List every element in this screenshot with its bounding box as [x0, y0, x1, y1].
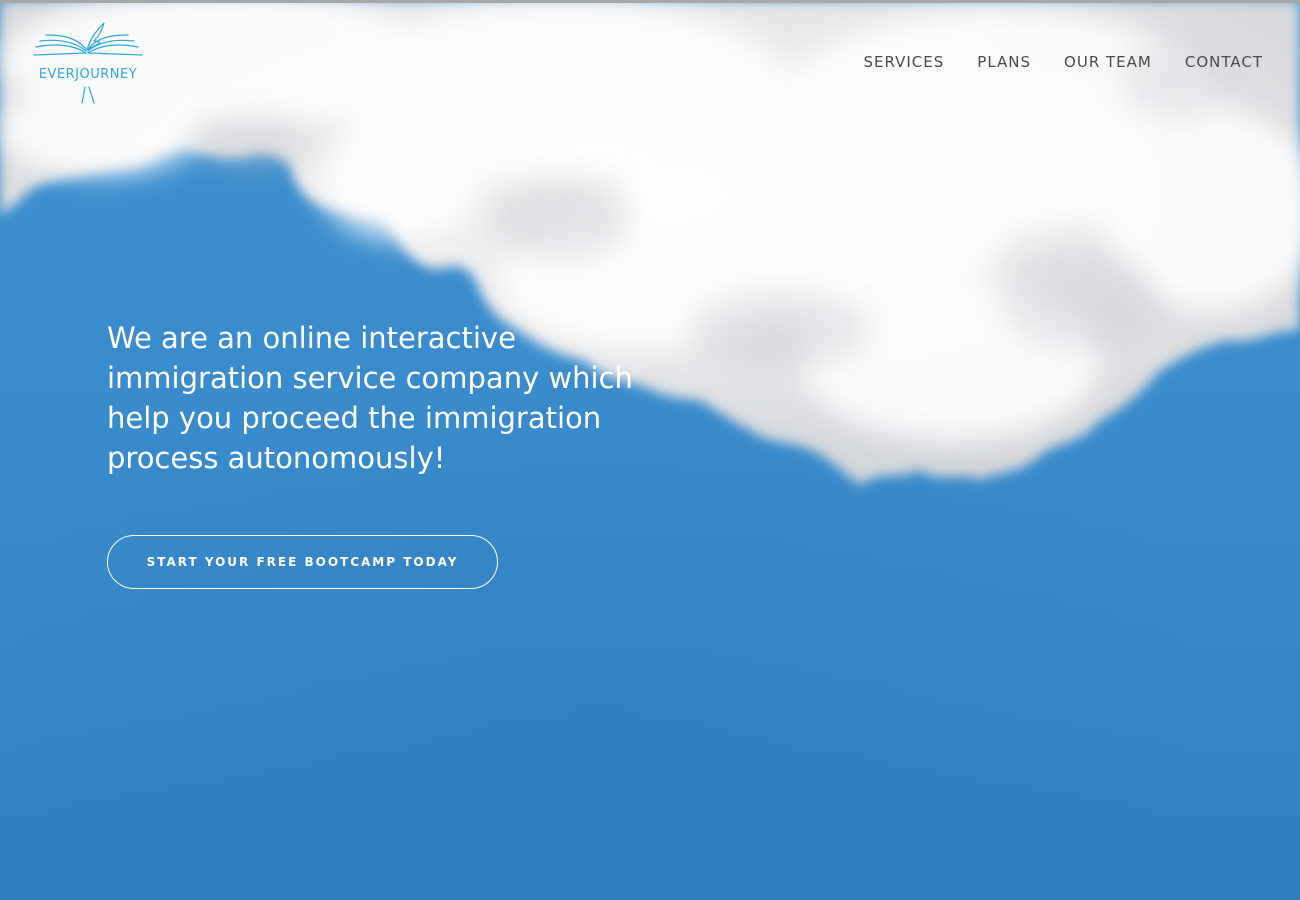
nav-item-plans[interactable]: PLANS [977, 53, 1031, 71]
nav-item-our-team[interactable]: OUR TEAM [1064, 53, 1152, 71]
hero-headline: We are an online interactive immigration… [107, 321, 633, 475]
page: EVERJOURNEY SERVICES PLANS OUR TEAM CONT… [0, 0, 1300, 900]
brand-name: EVERJOURNEY [38, 67, 138, 82]
site-header: EVERJOURNEY SERVICES PLANS OUR TEAM CONT… [0, 3, 1300, 123]
open-book-quill-icon [33, 22, 143, 104]
nav-item-services[interactable]: SERVICES [864, 53, 945, 71]
start-bootcamp-button[interactable]: START YOUR FREE BOOTCAMP TODAY [107, 535, 498, 589]
nav-item-contact[interactable]: CONTACT [1185, 53, 1263, 71]
brand-logo[interactable]: EVERJOURNEY [30, 17, 146, 109]
main-nav: SERVICES PLANS OUR TEAM CONTACT [864, 53, 1263, 71]
